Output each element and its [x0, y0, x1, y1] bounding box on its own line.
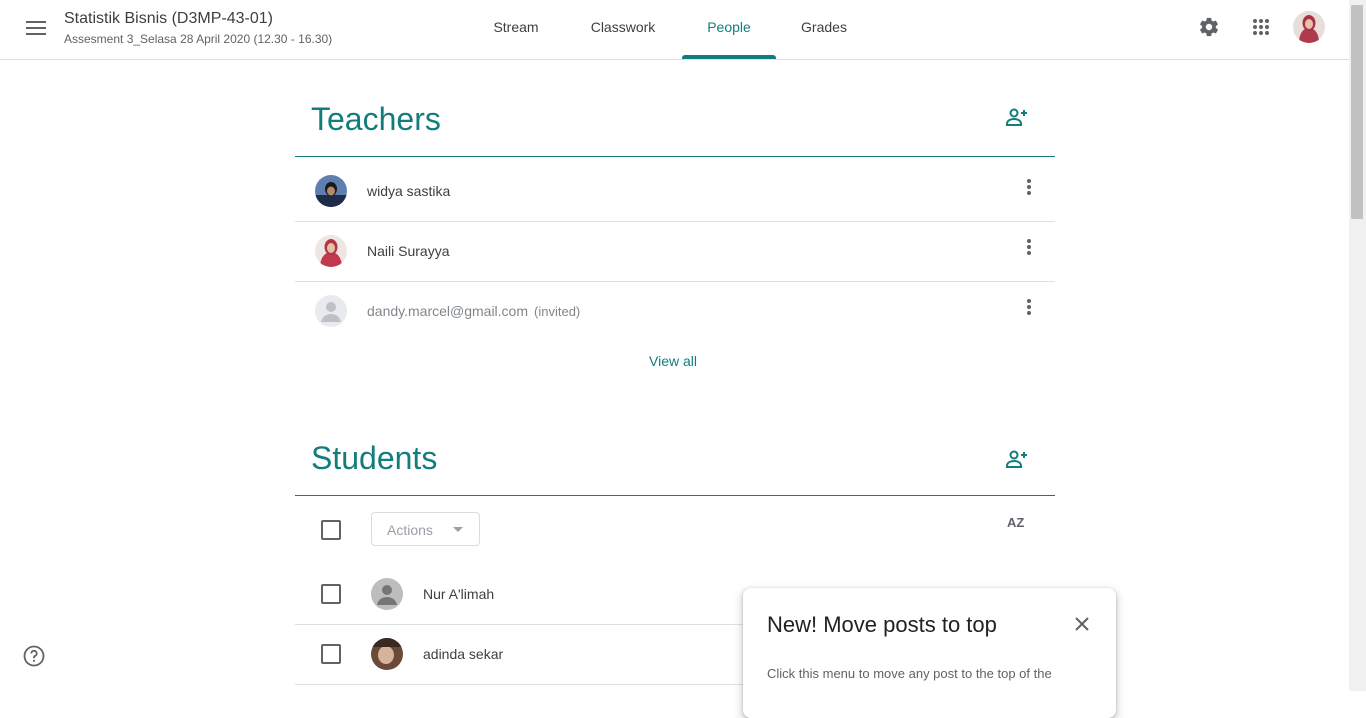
- default-avatar-icon: [315, 295, 347, 327]
- student-avatar: [371, 638, 403, 670]
- sort-label: AZ: [1007, 515, 1025, 530]
- default-avatar-icon: [371, 578, 403, 610]
- teacher-avatar: [315, 175, 347, 207]
- close-icon[interactable]: [1072, 614, 1092, 634]
- page-scrollbar[interactable]: [1349, 0, 1366, 691]
- invite-student-icon[interactable]: [1001, 443, 1033, 475]
- teachers-section-header: Teachers: [295, 86, 1055, 157]
- class-subtitle: Assesment 3_Selasa 28 April 2020 (12.30 …: [64, 32, 333, 46]
- teacher-row[interactable]: Naili Surayya: [295, 221, 1055, 282]
- top-app-bar: Statistik Bisnis (D3MP-43-01) Assesment …: [0, 0, 1349, 60]
- teacher-avatar: [315, 235, 347, 267]
- settings-gear-icon[interactable]: [1195, 13, 1223, 41]
- students-heading: Students: [311, 440, 438, 476]
- teacher-row[interactable]: widya sastika: [295, 161, 1055, 222]
- teacher-name: widya sastika: [367, 183, 451, 199]
- more-vert-icon[interactable]: [1027, 299, 1031, 323]
- actions-label: Actions: [387, 522, 433, 538]
- account-avatar[interactable]: [1293, 11, 1325, 43]
- apps-grid-icon[interactable]: [1247, 13, 1275, 41]
- student-checkbox[interactable]: [321, 644, 341, 664]
- invited-email: dandy.marcel@gmail.com: [367, 303, 529, 319]
- teacher-name: Naili Surayya: [367, 243, 450, 259]
- actions-dropdown[interactable]: Actions: [371, 512, 480, 546]
- feature-tip-popup: New! Move posts to top Click this menu t…: [743, 588, 1116, 718]
- invited-teacher-email: dandy.marcel@gmail.com (invited): [367, 281, 580, 342]
- hamburger-menu-icon[interactable]: [20, 12, 52, 44]
- dropdown-caret-icon: [453, 527, 463, 532]
- tab-grades[interactable]: Grades: [792, 0, 856, 59]
- student-name: adinda sekar: [423, 646, 504, 662]
- popup-body: Click this menu to move any post to the …: [767, 666, 1052, 681]
- class-title[interactable]: Statistik Bisnis (D3MP-43-01): [64, 10, 273, 28]
- more-vert-icon[interactable]: [1027, 179, 1031, 203]
- tab-people[interactable]: People: [682, 0, 776, 59]
- teachers-heading: Teachers: [311, 101, 441, 137]
- teacher-row-invited[interactable]: dandy.marcel@gmail.com (invited): [295, 281, 1055, 341]
- student-name: Nur A'limah: [423, 586, 495, 602]
- sort-az-icon[interactable]: AZ: [1007, 515, 1031, 539]
- student-checkbox[interactable]: [321, 584, 341, 604]
- tab-stream[interactable]: Stream: [484, 0, 548, 59]
- invite-teacher-icon[interactable]: [1001, 101, 1033, 133]
- select-all-checkbox[interactable]: [321, 520, 341, 540]
- scrollbar-thumb[interactable]: [1351, 5, 1363, 219]
- tab-classwork[interactable]: Classwork: [582, 0, 664, 59]
- students-section-header: Students: [295, 425, 1055, 496]
- popup-title: New! Move posts to top: [767, 612, 997, 637]
- help-icon[interactable]: [23, 645, 45, 667]
- invited-label: (invited): [534, 304, 581, 319]
- more-vert-icon[interactable]: [1027, 239, 1031, 263]
- view-all-teachers-link[interactable]: View all: [649, 353, 697, 369]
